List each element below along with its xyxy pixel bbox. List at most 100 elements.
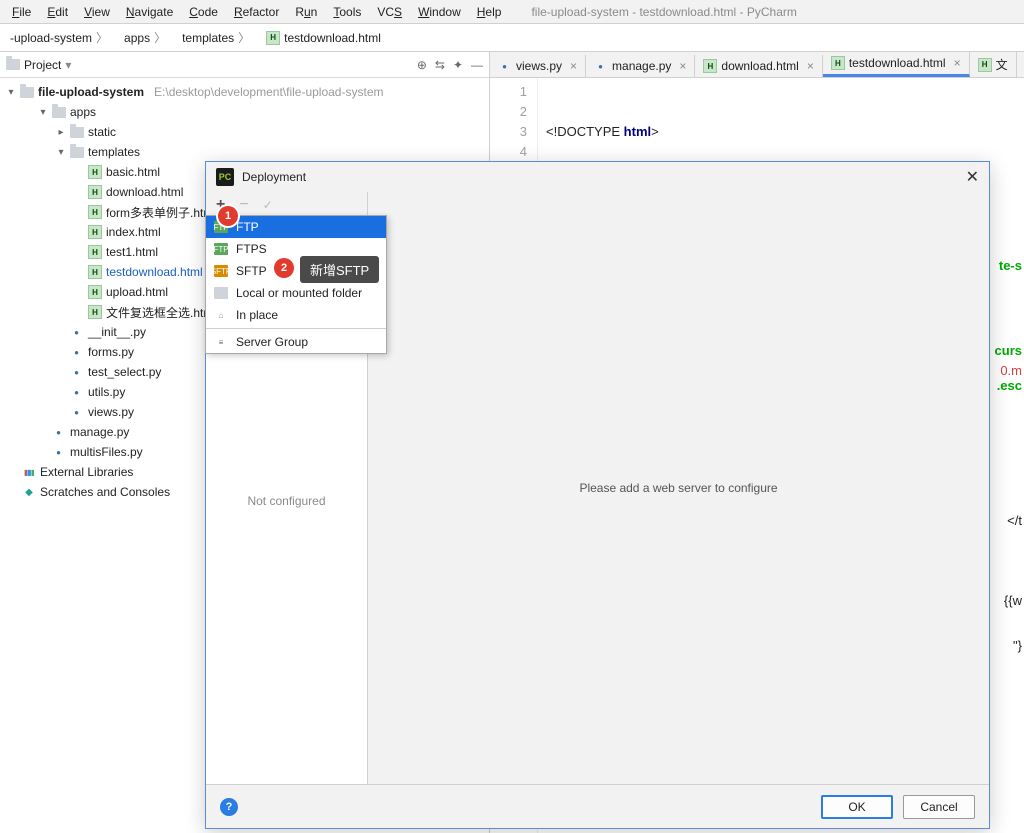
crumb-templates[interactable]: templates〉	[176, 27, 256, 48]
hide-icon[interactable]: —	[471, 58, 483, 72]
python-file-icon	[70, 345, 84, 359]
menu-tools[interactable]: Tools	[327, 3, 367, 21]
tab-label: views.py	[516, 59, 562, 73]
menu-file[interactable]: File	[6, 3, 37, 21]
menu-view[interactable]: View	[78, 3, 116, 21]
tree-item-label: 文件复选框全选.html	[106, 304, 216, 321]
close-tab-icon[interactable]: ×	[570, 59, 577, 73]
tree-item-label: index.html	[106, 225, 161, 239]
tree-item-label: External Libraries	[40, 465, 133, 479]
main-menu-bar: File Edit View Navigate Code Refactor Ru…	[0, 0, 1024, 24]
python-file-icon	[52, 425, 66, 439]
menu-edit[interactable]: Edit	[41, 3, 74, 21]
html-file-icon: H	[978, 58, 992, 72]
editor-tab[interactable]: Hdownload.html ×	[695, 55, 822, 77]
menu-item-inplace[interactable]: ⌂In place	[206, 304, 386, 326]
expand-arrow-icon[interactable]: ▾	[6, 87, 16, 98]
tab-label: manage.py	[612, 59, 671, 73]
tree-item-label: form多表单例子.html	[106, 204, 216, 221]
tab-label: download.html	[721, 59, 798, 73]
python-file-icon	[70, 365, 84, 379]
project-header-title: Project	[24, 58, 61, 72]
html-file-icon: H	[831, 56, 845, 70]
menu-help[interactable]: Help	[471, 3, 508, 21]
apply-button[interactable]: ✓	[263, 198, 273, 212]
expand-arrow-icon[interactable]: ▾	[56, 147, 66, 158]
tree-item-label: multisFiles.py	[70, 445, 143, 459]
remove-server-button[interactable]: −	[239, 196, 248, 214]
project-header: Project ▾ ⊕ ⇆ ✦ —	[0, 52, 489, 78]
menu-refactor[interactable]: Refactor	[228, 3, 285, 21]
code-fragment: </t	[1007, 513, 1022, 528]
home-icon: ⌂	[214, 309, 228, 321]
tree-item-label: manage.py	[70, 425, 129, 439]
deployment-placeholder: Please add a web server to configure	[368, 192, 989, 784]
menu-code[interactable]: Code	[183, 3, 224, 21]
python-file-icon	[52, 445, 66, 459]
add-server-type-menu[interactable]: FTPFTP FTPFTPS SFTPSFTP Local or mounted…	[205, 215, 387, 354]
tree-root[interactable]: ▾ file-upload-system E:\desktop\developm…	[0, 82, 489, 102]
project-icon	[6, 59, 20, 70]
menu-navigate[interactable]: Navigate	[120, 3, 179, 21]
group-icon: ≡	[214, 336, 228, 348]
tree-item-label: static	[88, 125, 116, 139]
crumb-apps[interactable]: apps〉	[118, 27, 172, 48]
tree-root-name: file-upload-system	[38, 85, 144, 99]
tree-item-label: basic.html	[106, 165, 160, 179]
code-fragment: te-s	[999, 258, 1022, 273]
editor-tab-strip: views.py×manage.py×Hdownload.html×Htestd…	[490, 52, 1024, 78]
editor-tab[interactable]: H文	[970, 52, 1017, 77]
menu-item-server-group[interactable]: ≡Server Group	[206, 331, 386, 353]
pycharm-icon: PC	[216, 168, 234, 186]
dropdown-arrow-icon[interactable]: ▾	[65, 58, 71, 72]
close-tab-icon[interactable]: ×	[954, 56, 961, 70]
ok-button[interactable]: OK	[821, 795, 893, 819]
menu-item-local[interactable]: Local or mounted folder	[206, 282, 386, 304]
menu-vcs[interactable]: VCS	[371, 3, 408, 21]
tree-item[interactable]: ▾ templates	[0, 142, 489, 162]
html-file-icon: H	[88, 305, 102, 319]
sftp-icon: SFTP	[214, 265, 228, 277]
settings-gear-icon[interactable]: ✦	[453, 58, 463, 72]
tree-item-label: Scratches and Consoles	[40, 485, 170, 499]
editor-tab[interactable]: views.py ×	[490, 55, 586, 77]
breadcrumb: -upload-system〉 apps〉 templates〉 Htestdo…	[0, 24, 1024, 52]
code-fragment: "}	[1013, 638, 1022, 653]
cancel-button[interactable]: Cancel	[903, 795, 975, 819]
crumb-root[interactable]: -upload-system〉	[4, 27, 114, 48]
tree-item-label: templates	[88, 145, 140, 159]
close-tab-icon[interactable]: ×	[807, 59, 814, 73]
collapse-all-icon[interactable]: ⇆	[435, 58, 445, 72]
locate-icon[interactable]: ⊕	[417, 58, 427, 72]
expand-arrow-icon[interactable]: ▸	[56, 127, 66, 138]
menu-window[interactable]: Window	[412, 3, 467, 21]
dialog-title-text: Deployment	[242, 170, 306, 184]
close-icon[interactable]: ✕	[966, 167, 979, 187]
python-file-icon	[70, 385, 84, 399]
window-title: file-upload-system - testdownload.html -…	[531, 5, 796, 19]
close-tab-icon[interactable]: ×	[679, 59, 686, 73]
tree-item-label: download.html	[106, 185, 183, 199]
html-file-icon: H	[88, 285, 102, 299]
html-file-icon: H	[88, 225, 102, 239]
chevron-right-icon: 〉	[238, 29, 250, 46]
html-file-icon: H	[88, 245, 102, 259]
folder-icon	[52, 107, 66, 118]
crumb-file[interactable]: Htestdownload.html	[260, 29, 387, 47]
help-icon[interactable]: ?	[220, 798, 238, 816]
annotation-badge-2: 2	[274, 258, 294, 278]
tree-item-label: utils.py	[88, 385, 125, 399]
menu-run[interactable]: Run	[289, 3, 323, 21]
html-file-icon: H	[703, 59, 717, 73]
dialog-titlebar: PC Deployment ✕	[206, 162, 989, 192]
menu-separator	[206, 328, 386, 329]
editor-tab[interactable]: manage.py ×	[586, 55, 695, 77]
tree-item[interactable]: ▾apps	[0, 102, 489, 122]
html-file-icon: H	[88, 185, 102, 199]
tree-item[interactable]: ▸ static	[0, 122, 489, 142]
tab-label: testdownload.html	[849, 56, 946, 70]
editor-tab[interactable]: Htestdownload.html ×	[823, 52, 970, 77]
html-file-icon: H	[88, 205, 102, 219]
tree-item-label: __init__.py	[88, 325, 146, 339]
expand-arrow-icon[interactable]: ▾	[38, 107, 48, 118]
